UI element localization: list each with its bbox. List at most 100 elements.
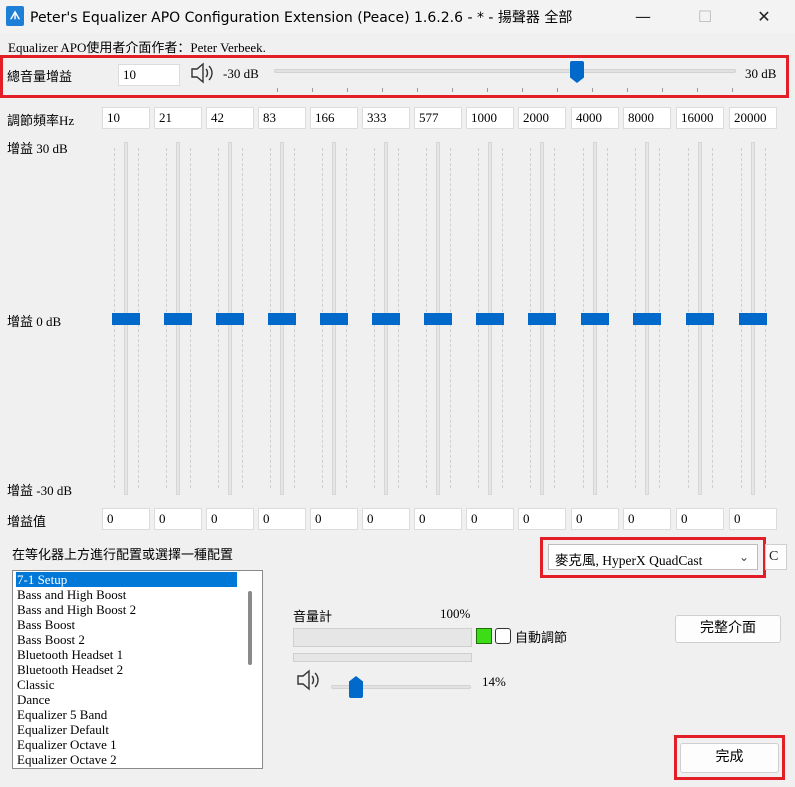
frequency-field[interactable]: 10: [102, 107, 150, 129]
slider-tick: [312, 88, 313, 92]
gain-field[interactable]: 0: [518, 508, 566, 530]
frequency-field[interactable]: 1000: [466, 107, 514, 129]
gain-field[interactable]: 0: [676, 508, 724, 530]
frequency-field[interactable]: 2000: [518, 107, 566, 129]
volume-meter-bar-secondary: [293, 653, 472, 662]
frequency-field[interactable]: 16000: [676, 107, 724, 129]
preset-list-item[interactable]: Bass Boost 2: [16, 632, 85, 647]
eq-slider-thumb[interactable]: [739, 312, 767, 325]
eq-slider-thumb[interactable]: [686, 312, 714, 325]
volume-meter-label: 音量計: [293, 609, 333, 624]
volume-meter-bar: [293, 628, 472, 647]
eq-slider-thumb[interactable]: [320, 312, 348, 325]
eq-slider-thumb[interactable]: [528, 312, 556, 325]
eq-slider-thumb[interactable]: [581, 312, 609, 325]
preset-list-item[interactable]: Bass and High Boost 2: [16, 602, 136, 617]
frequency-row-label: 調節頻率Hz: [7, 113, 75, 128]
slider-tick: [732, 88, 733, 92]
slider-tick: [347, 88, 348, 92]
gain-field[interactable]: 0: [310, 508, 358, 530]
eq-slider-thumb[interactable]: [164, 312, 192, 325]
speaker-icon[interactable]: [190, 60, 214, 86]
slider-tick: [592, 88, 593, 92]
frequency-field[interactable]: 21: [154, 107, 202, 129]
gain-row-label: 增益值: [7, 514, 47, 529]
eq-slider-thumb[interactable]: [476, 312, 504, 325]
eq-slider-thumb[interactable]: [424, 312, 452, 325]
frequency-field[interactable]: 83: [258, 107, 306, 129]
volume-percent: 14%: [482, 674, 506, 689]
preset-list-item[interactable]: Bluetooth Headset 1: [16, 647, 123, 662]
eq-slider-thumb[interactable]: [216, 312, 244, 325]
device-select-value: 麥克風, HyperX QuadCast: [555, 553, 703, 568]
gain-field[interactable]: 0: [466, 508, 514, 530]
eq-slider-thumb[interactable]: [268, 312, 296, 325]
preamp-min-label: -30 dB: [223, 66, 259, 81]
slider-tick: [557, 88, 558, 92]
gain-field[interactable]: 0: [571, 508, 619, 530]
gain-bottom-label: 增益 -30 dB: [7, 483, 73, 498]
gain-field[interactable]: 0: [362, 508, 410, 530]
author-label: Equalizer APO使用者介面作者：Peter Verbeek.: [8, 40, 266, 55]
close-button[interactable]: ✕: [741, 0, 787, 33]
preset-list-item[interactable]: Equalizer Octave 1: [16, 737, 117, 752]
speaker-icon[interactable]: [296, 667, 320, 693]
gain-field[interactable]: 0: [154, 508, 202, 530]
slider-tick: [417, 88, 418, 92]
preset-list-item[interactable]: Bass and High Boost: [16, 587, 126, 602]
preamp-label: 總音量增益: [7, 69, 73, 84]
preset-list-item[interactable]: Classic: [16, 677, 55, 692]
gain-field[interactable]: 0: [729, 508, 777, 530]
preset-list[interactable]: 7-1 Setup Bass and High Boost Bass and Hig…: [12, 570, 263, 769]
gain-field[interactable]: 0: [102, 508, 150, 530]
frequency-field[interactable]: 20000: [729, 107, 777, 129]
preset-list-item[interactable]: Equalizer Default: [16, 722, 109, 737]
title-bar: ᗑ Peter's Equalizer APO Configuration Ex…: [0, 0, 795, 33]
gain-field[interactable]: 0: [414, 508, 462, 530]
full-interface-button[interactable]: 完整介面: [675, 615, 781, 643]
eq-slider-thumb[interactable]: [633, 312, 661, 325]
gain-field[interactable]: 0: [623, 508, 671, 530]
frequency-field[interactable]: 8000: [623, 107, 671, 129]
maximize-button[interactable]: ☐: [682, 0, 728, 33]
preset-list-item[interactable]: Bluetooth Headset 2: [16, 662, 123, 677]
preset-list-item[interactable]: Equalizer Octave 2: [16, 752, 117, 767]
preamp-slider-track[interactable]: [274, 69, 736, 73]
frequency-field[interactable]: 42: [206, 107, 254, 129]
preset-list-item[interactable]: Dance: [16, 692, 50, 707]
frequency-field[interactable]: 333: [362, 107, 410, 129]
preset-list-item[interactable]: Equalizer 5 Band: [16, 707, 107, 722]
slider-tick: [627, 88, 628, 92]
frequency-field[interactable]: 4000: [571, 107, 619, 129]
gain-field[interactable]: 0: [206, 508, 254, 530]
eq-slider-thumb[interactable]: [372, 312, 400, 325]
minimize-button[interactable]: —: [620, 0, 666, 33]
slider-tick: [662, 88, 663, 92]
preset-list-scrollbar[interactable]: [248, 591, 252, 665]
volume-level-text: 100%: [440, 606, 471, 621]
preamp-max-label: 30 dB: [745, 66, 777, 81]
clipped-button[interactable]: C: [765, 544, 787, 570]
slider-tick: [487, 88, 488, 92]
slider-tick: [522, 88, 523, 92]
frequency-field[interactable]: 577: [414, 107, 462, 129]
gain-middle-label: 增益 0 dB: [7, 314, 62, 329]
gain-top-label: 增益 30 dB: [7, 141, 68, 156]
peace-app-icon: ᗑ: [6, 6, 24, 26]
slider-tick: [277, 88, 278, 92]
preset-list-item[interactable]: Bass Boost: [16, 617, 75, 632]
gain-field[interactable]: 0: [258, 508, 306, 530]
done-button[interactable]: 完成: [680, 743, 779, 773]
preamp-value-field[interactable]: 10: [118, 64, 180, 86]
preset-list-item[interactable]: 7-1 Setup: [16, 572, 237, 587]
eq-slider-thumb[interactable]: [112, 312, 140, 325]
slider-tick: [382, 88, 383, 92]
slider-tick: [452, 88, 453, 92]
window-title: Peter's Equalizer APO Configuration Exte…: [30, 10, 573, 26]
frequency-field[interactable]: 166: [310, 107, 358, 129]
device-select[interactable]: 麥克風, HyperX QuadCast ⌄: [548, 544, 758, 570]
auto-adjust-checkbox[interactable]: [495, 628, 511, 644]
meter-indicator: [476, 628, 492, 644]
slider-tick: [697, 88, 698, 92]
volume-slider-thumb[interactable]: [349, 676, 363, 698]
